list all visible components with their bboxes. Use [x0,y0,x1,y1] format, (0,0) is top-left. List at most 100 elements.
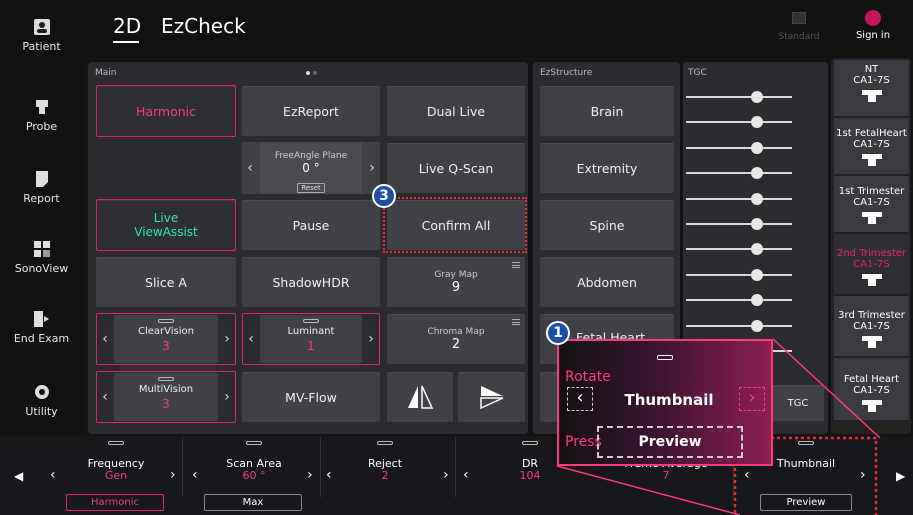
tgc-slider-track[interactable] [686,121,792,124]
chevron-left-icon[interactable]: ‹ [97,314,113,364]
live-viewassist-button[interactable]: Live ViewAssist [96,199,236,251]
tgc-slider-knob[interactable] [751,319,764,332]
tgc-slider-knob[interactable] [751,192,764,205]
chevron-left-icon[interactable]: ‹ [242,142,258,194]
chevron-left-icon[interactable]: ‹ [744,467,750,483]
toggle-indicator [158,377,174,381]
ezstructure-extremity[interactable]: Extremity [540,143,674,193]
probe-icon [861,154,882,166]
nav-sonoview[interactable]: SonoView [0,240,83,296]
probe-preset-nt[interactable]: NT CA1-7S [834,60,909,116]
tgc-slider-knob[interactable] [751,91,764,103]
chevron-right-icon[interactable]: › [860,467,866,483]
toggle-indicator [377,441,393,445]
reject-control[interactable]: Reject 2 [335,437,435,515]
tgc-slider-track[interactable] [686,223,792,225]
probe-preset-fetal-heart[interactable]: Fetal Heart CA1-7S [834,358,909,420]
ezreport-button[interactable]: EzReport [242,86,380,136]
chevron-left-icon[interactable]: ‹ [192,467,198,483]
multivision-stepper[interactable]: ‹ MultiVision 3 › [96,371,236,423]
max-toggle[interactable]: Max [204,494,302,511]
nav-patient[interactable]: Patient [0,18,83,74]
reset-button[interactable]: Reset [297,183,325,193]
live-qscan-button[interactable]: Live Q-Scan [387,143,525,193]
pause-button[interactable]: Pause [242,200,380,250]
probe-label: CA1-7S [853,321,890,332]
nav-probe[interactable]: Probe [0,98,83,154]
clearvision-value: 3 [162,339,170,353]
preview-button[interactable]: Preview [760,494,852,511]
tgc-slider-knob[interactable] [751,141,764,154]
signin-button[interactable]: Sign in [848,10,898,41]
chroma-map-button[interactable]: Chroma Map 2 [387,314,525,364]
probe-preset-1st-trimester[interactable]: 1st Trimester CA1-7S [834,176,909,232]
zoom-chevron-left-icon: ‹ [567,387,593,411]
toggle-indicator [522,441,538,445]
chroma-map-label: Chroma Map [427,326,485,337]
header: 2D EzCheck Standard Sign in [83,0,913,58]
tgc-slider-knob[interactable] [751,218,764,230]
ezstructure-spine[interactable]: Spine [540,200,674,250]
chevron-right-icon[interactable]: › [363,314,379,364]
slice-a-button[interactable]: Slice A [96,257,236,307]
gray-map-button[interactable]: Gray Map 9 [387,257,525,307]
chevron-right-icon[interactable]: › [170,467,176,483]
tab-ezcheck[interactable]: EzCheck [161,14,246,38]
nav-utility[interactable]: Utility [0,383,83,439]
nav-end-exam[interactable]: End Exam [0,310,83,366]
flip-vertical-button[interactable] [458,372,525,422]
clearvision-stepper[interactable]: ‹ ClearVision 3 › [96,313,236,365]
zoom-chevron-right-icon: › [739,387,765,411]
standard-button[interactable]: Standard [773,12,825,42]
probe-icon [861,400,882,412]
harmonic-button[interactable]: Harmonic [96,85,236,137]
chevron-right-icon[interactable]: › [219,372,235,422]
chevron-right-icon[interactable]: › [443,467,449,483]
tgc-button[interactable]: TGC [772,385,824,421]
tgc-slider-knob[interactable] [751,268,764,281]
nav-label: Report [23,192,60,205]
chevron-left-icon[interactable]: ‹ [97,372,113,422]
frequency-value: Gen [104,469,128,482]
standard-label: Standard [778,32,820,42]
chevron-left-icon[interactable]: ‹ [326,467,332,483]
harmonic-toggle[interactable]: Harmonic [66,494,164,511]
tgc-slider-track[interactable] [686,172,792,175]
ezstructure-brain[interactable]: Brain [540,86,674,136]
multivision-value: 3 [162,397,170,411]
freeangle-plane-stepper[interactable]: ‹ FreeAngle Plane 0 ° Reset › [242,142,380,194]
dr-value: 104 [519,469,541,482]
tab-2d[interactable]: 2D [113,14,141,38]
page-right-icon[interactable]: ▶ [896,469,905,483]
page-dot-active [306,71,310,75]
page-left-icon[interactable]: ◀ [14,469,23,483]
reject-value: 2 [381,469,389,482]
ezstructure-abdomen[interactable]: Abdomen [540,257,674,307]
tgc-slider-track[interactable] [686,299,792,302]
tgc-slider-track[interactable] [686,96,792,98]
chevron-right-icon[interactable]: › [307,467,313,483]
probe-preset-2nd-trimester[interactable]: 2nd Trimester CA1-7S [834,234,909,294]
probe-preset-3rd-trimester[interactable]: 3rd Trimester CA1-7S [834,296,909,356]
tgc-slider-track[interactable] [686,248,792,251]
chevron-left-icon[interactable]: ‹ [50,467,56,483]
tgc-slider-track[interactable] [686,273,792,276]
mvflow-button[interactable]: MV-Flow [242,372,380,422]
probe-icon [861,212,882,224]
callout-badge-3: 3 [372,184,396,208]
chevron-right-icon[interactable]: › [219,314,235,364]
nav-report[interactable]: Report [0,170,83,226]
luminant-stepper[interactable]: ‹ Luminant 1 › [242,313,380,365]
probe-preset-1st-fetalheart[interactable]: 1st FetalHeart CA1-7S [834,118,909,174]
flip-horizontal-button[interactable] [387,372,453,422]
dual-live-button[interactable]: Dual Live [387,86,525,136]
tgc-slider-track[interactable] [686,197,792,200]
tgc-slider-track[interactable] [686,324,792,327]
chevron-left-icon[interactable]: ‹ [463,467,469,483]
preset-label: Fetal Heart [843,374,900,385]
nav-label: SonoView [14,262,69,275]
shadowhdr-button[interactable]: ShadowHDR [242,257,380,307]
chevron-left-icon[interactable]: ‹ [243,314,259,364]
report-icon [35,171,48,187]
tgc-slider-track[interactable] [686,146,792,149]
